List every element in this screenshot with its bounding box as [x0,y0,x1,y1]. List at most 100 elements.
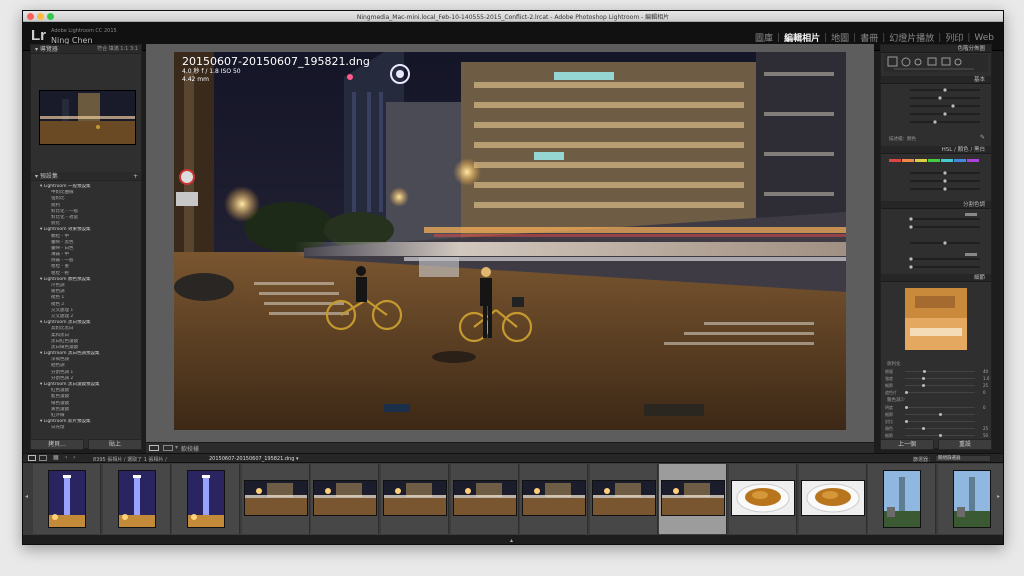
filmstrip-thumbnail[interactable] [243,480,308,516]
slider-knob[interactable] [921,427,925,430]
filmstrip-source[interactable]: 20150607-20150607_195821.dng ▾ [209,456,299,462]
filmstrip-cell[interactable] [33,464,101,534]
slider-track[interactable] [905,413,975,416]
softproof-checkbox[interactable]: 軟校樣 [181,444,199,453]
filmstrip-thumbnail[interactable] [48,470,86,528]
before-after-view-icon[interactable] [163,445,173,451]
slider-knob[interactable] [905,391,908,394]
slider-track[interactable] [905,384,975,387]
filmstrip-cell[interactable] [102,464,171,534]
filmstrip-thumbnail[interactable] [383,480,447,516]
filmstrip-thumbnail[interactable] [883,470,922,528]
filmstrip-cell[interactable] [729,464,797,534]
slider-knob[interactable] [938,434,942,437]
secondary-window-icon[interactable] [39,455,47,461]
slider-row[interactable]: 細節 25 [885,383,988,388]
grid-view-icon[interactable]: ▦ [53,454,59,461]
slider-track[interactable] [905,420,975,423]
filmstrip-cell[interactable] [381,464,449,534]
detail-header[interactable]: 細節 [881,274,991,282]
module-tab[interactable]: 幻燈片播放 [886,31,937,44]
slider-track[interactable] [905,370,975,373]
module-tab[interactable]: 地圖 [828,31,852,44]
add-preset-icon[interactable]: + [133,172,138,181]
module-tab[interactable]: Web [971,33,997,43]
module-tab[interactable]: 圖庫 [752,31,776,44]
slider-knob[interactable] [921,384,925,387]
loupe-view-icon[interactable] [149,445,159,451]
detail-preview[interactable] [905,288,967,350]
slider-row[interactable]: 強度 1.0 [885,376,989,381]
filmstrip-cell[interactable] [659,464,728,534]
module-tab[interactable]: 列印 [942,31,966,44]
filmstrip-cell[interactable] [868,464,937,534]
filmstrip-toggle-icon[interactable]: ▴ [510,537,513,544]
eyedropper-icon[interactable]: ✎ [980,134,985,141]
navigator-zoom-options[interactable]: 符合 填滿 1:1 3:1 [97,45,138,54]
slider-knob[interactable] [905,420,908,423]
lr-logo: Lr [31,27,46,44]
navigator-header[interactable]: ▾ 導覽器 符合 填滿 1:1 3:1 [31,45,141,54]
slider-label: 顏色 [885,426,893,431]
slider-knob[interactable] [921,377,925,380]
slider-row[interactable]: 對比 [885,419,975,424]
filmstrip-cell[interactable] [798,464,867,534]
scroll-right-icon[interactable]: ▸ [997,493,1000,500]
filter-select[interactable]: 關閉篩選器 [935,455,991,462]
filmstrip-thumbnail[interactable] [117,470,156,528]
slider-row[interactable]: 總量 40 [885,369,988,374]
slider-track[interactable] [905,391,975,394]
filmstrip-thumbnail[interactable] [591,480,656,516]
presets-header[interactable]: ▾ 預設集 + [31,172,141,181]
slider-row[interactable]: 顏色 25 [885,426,988,431]
filmstrip-thumbnail[interactable] [952,470,991,528]
navigator-preview[interactable] [39,90,136,145]
filmstrip-thumbnail[interactable] [452,480,517,516]
filmstrip-thumbnail[interactable] [731,480,795,516]
main-photo[interactable]: 20150607-20150607_195821.dng 4.0 秒 f / 1… [174,52,846,430]
filmstrip-cell[interactable] [241,464,310,534]
module-tab[interactable]: 編輯相片 [781,31,823,44]
filmstrip-thumbnail[interactable] [522,480,587,516]
chevron-right-icon[interactable]: › [73,454,75,461]
basic-header[interactable]: 基本 [881,76,991,84]
slider-row[interactable]: 細節 [885,412,975,417]
slider-knob[interactable] [923,370,927,373]
chevron-left-icon[interactable]: ‹ [65,454,67,461]
paste-settings-button[interactable]: 貼上 [88,439,142,450]
filmstrip-thumbnail[interactable] [661,480,726,516]
histogram-header[interactable]: 色階分佈圖 [881,45,991,53]
filmstrip-cell[interactable] [450,464,519,534]
slider-value: 40 [983,369,989,374]
slider-track[interactable] [905,434,975,437]
module-picker: 圖庫 | 編輯相片 | 地圖 | 書冊 | 幻燈片播放 | 列印 | Web [752,31,997,45]
filmstrip-thumbnail[interactable] [800,480,865,516]
navigator-preview-image [40,91,135,144]
filmstrip-thumbnail[interactable] [187,470,226,528]
primary-window-icon[interactable] [28,455,36,461]
reset-button[interactable]: 重設 [938,439,992,450]
scroll-left-icon[interactable]: ◂ [25,493,28,500]
slider-knob[interactable] [938,413,942,416]
slider-track[interactable] [905,427,975,430]
preset-item[interactable]: 日光燈 [37,425,141,431]
slider-track[interactable] [905,377,975,380]
filmstrip-cell[interactable] [172,464,241,534]
slider-row[interactable]: 明度 0 [885,405,986,410]
slider-track[interactable] [905,406,975,409]
previous-button[interactable]: 上一個 [880,439,934,450]
filmstrip-cell[interactable] [520,464,589,534]
photo-canvas[interactable]: 20150607-20150607_195821.dng 4.0 秒 f / 1… [146,44,874,442]
slider-knob[interactable] [905,406,908,409]
split-toning-header[interactable]: 分割色調 [881,201,991,209]
copy-settings-button[interactable]: 拷貝... [30,439,84,450]
slider-row[interactable]: 細節 50 [885,433,988,438]
filmstrip-cell[interactable] [311,464,380,534]
filmstrip-cell[interactable] [937,464,1003,534]
slider-row[interactable]: 遮色片 0 [885,390,986,395]
filmstrip-cell[interactable] [589,464,658,534]
filmstrip-thumbnail[interactable] [313,480,378,516]
chevron-down-icon[interactable]: ▾ [175,444,178,451]
hsl-header[interactable]: HSL / 顏色 / 黑白 [881,146,991,154]
module-tab[interactable]: 書冊 [857,31,881,44]
